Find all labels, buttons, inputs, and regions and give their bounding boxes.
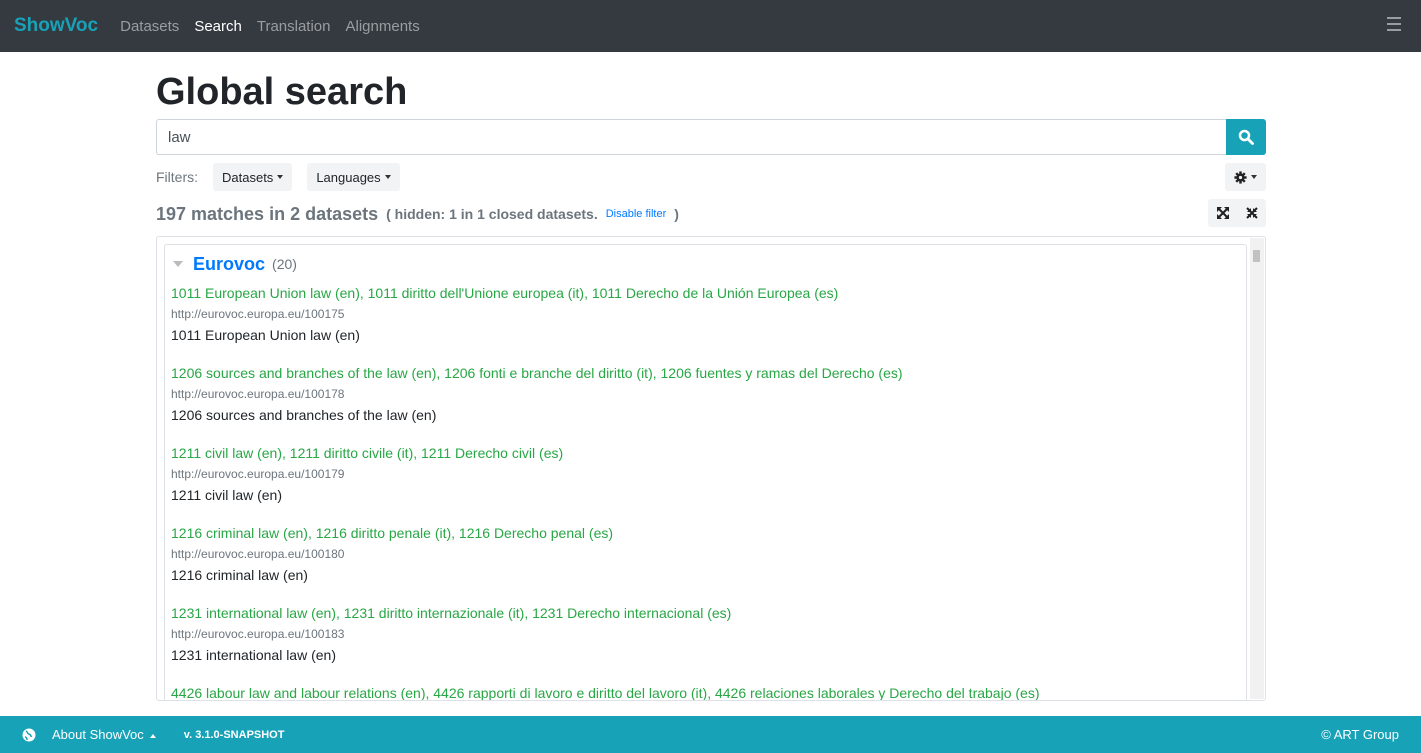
hidden-info: ( hidden: 1 in 1 closed datasets. <box>386 206 598 222</box>
nav-datasets[interactable]: Datasets <box>120 18 179 35</box>
result-item: 1231 international law (en), 1231 diritt… <box>171 603 1240 673</box>
scrollbar-thumb[interactable] <box>1253 250 1260 262</box>
collapse-all-icon[interactable] <box>1245 207 1258 219</box>
version-label: v. 3.1.0-SNAPSHOT <box>183 728 285 741</box>
languages-filter-label: Languages <box>316 169 381 185</box>
copyright: © ART Group <box>1321 727 1399 742</box>
expand-collapse-group <box>1208 199 1266 227</box>
dataset-count: (20) <box>272 256 297 272</box>
hidden-info-close: ) <box>674 206 679 222</box>
result-label: 1011 European Union law (en) <box>171 327 360 343</box>
search-input[interactable] <box>156 119 1226 155</box>
result-label: 1216 criminal law (en) <box>171 567 308 583</box>
result-item: 1206 sources and branches of the law (en… <box>171 363 1240 433</box>
dataset-result-group: Eurovoc (20) 1011 European Union law (en… <box>164 244 1247 700</box>
footer: About ShowVoc v. 3.1.0-SNAPSHOT © ART Gr… <box>0 716 1421 753</box>
result-title[interactable]: 1231 international law (en), 1231 diritt… <box>171 603 1240 624</box>
about-label: About ShowVoc <box>52 727 144 742</box>
search-icon <box>1238 129 1254 145</box>
result-item: 1011 European Union law (en), 1011 dirit… <box>171 283 1240 353</box>
result-uri: http://eurovoc.europa.eu/100180 <box>171 547 345 561</box>
result-label: 1211 civil law (en) <box>171 487 283 503</box>
caret-down-icon <box>384 175 391 179</box>
result-title[interactable]: 4426 labour law and labour relations (en… <box>171 683 1240 700</box>
results-panel: Eurovoc (20) 1011 European Union law (en… <box>156 236 1266 701</box>
settings-dropdown[interactable] <box>1225 163 1266 191</box>
result-uri: http://eurovoc.europa.eu/100175 <box>171 307 345 321</box>
result-item: 4426 labour law and labour relations (en… <box>171 683 1240 700</box>
nav-translation[interactable]: Translation <box>257 18 331 35</box>
caret-down-icon <box>1251 175 1257 179</box>
result-item: 1211 civil law (en), 1211 diritto civile… <box>171 443 1240 513</box>
menu-icon[interactable] <box>1387 17 1401 31</box>
globe-icon <box>22 728 36 741</box>
search-bar <box>156 119 1266 155</box>
results-summary: 197 matches in 2 datasets ( hidden: 1 in… <box>156 199 1266 227</box>
datasets-filter-dropdown[interactable]: Datasets <box>213 163 293 191</box>
result-title[interactable]: 1011 European Union law (en), 1011 dirit… <box>171 283 1240 304</box>
caret-up-icon <box>149 733 156 738</box>
result-uri: http://eurovoc.europa.eu/100179 <box>171 467 345 481</box>
result-item: 1216 criminal law (en), 1216 diritto pen… <box>171 523 1240 593</box>
scrollbar[interactable] <box>1250 238 1264 699</box>
result-label: 1206 sources and branches of the law (en… <box>171 407 437 423</box>
result-uri: http://eurovoc.europa.eu/100183 <box>171 627 345 641</box>
datasets-filter-label: Datasets <box>222 169 274 185</box>
result-title[interactable]: 1216 criminal law (en), 1216 diritto pen… <box>171 523 1240 544</box>
expand-all-icon[interactable] <box>1216 207 1229 219</box>
result-title[interactable]: 1211 civil law (en), 1211 diritto civile… <box>171 443 1240 464</box>
gear-icon <box>1234 170 1247 184</box>
nav-search[interactable]: Search <box>194 18 242 35</box>
result-uri: http://eurovoc.europa.eu/100178 <box>171 387 345 401</box>
match-count: 197 matches in 2 datasets <box>156 203 379 224</box>
about-dropdown[interactable]: About ShowVoc <box>52 727 156 742</box>
result-title[interactable]: 1206 sources and branches of the law (en… <box>171 363 1240 384</box>
result-label: 1231 international law (en) <box>171 647 336 663</box>
main-content: Global search Filters: Datasets Language… <box>156 52 1266 701</box>
dataset-header[interactable]: Eurovoc (20) <box>173 253 1240 275</box>
filters-row: Filters: Datasets Languages <box>156 163 1266 191</box>
brand-logo[interactable]: ShowVoc <box>14 15 98 37</box>
filters-label: Filters: <box>156 169 198 185</box>
navbar: ShowVoc Datasets Search Translation Alig… <box>0 0 1421 52</box>
search-button[interactable] <box>1226 119 1266 155</box>
dataset-name[interactable]: Eurovoc <box>193 254 265 275</box>
page-title: Global search <box>156 71 408 113</box>
languages-filter-dropdown[interactable]: Languages <box>307 163 400 191</box>
result-list: 1011 European Union law (en), 1011 dirit… <box>171 283 1240 700</box>
collapse-triangle-icon[interactable] <box>173 261 183 267</box>
disable-filter-link[interactable]: Disable filter <box>606 208 667 220</box>
caret-down-icon <box>277 175 284 179</box>
nav-alignments[interactable]: Alignments <box>346 18 420 35</box>
